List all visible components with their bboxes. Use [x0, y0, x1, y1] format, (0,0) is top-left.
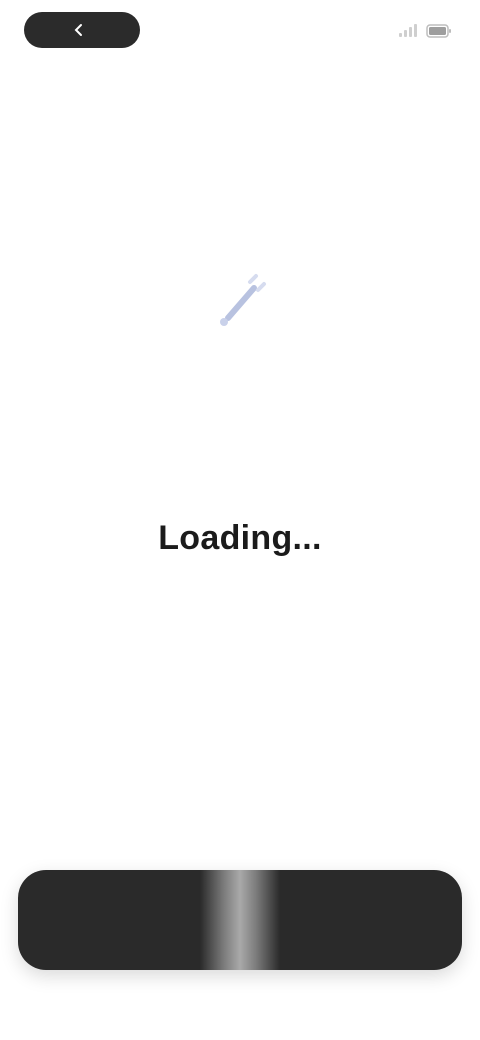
top-bar: [0, 0, 480, 64]
battery-icon: [426, 24, 452, 38]
left-action-button[interactable]: [18, 870, 200, 970]
page-title: Loading...: [158, 519, 322, 557]
signal-icon: [398, 24, 420, 38]
right-action-button[interactable]: [280, 870, 462, 970]
status-area: [388, 20, 452, 42]
bottom-action-bar: [18, 870, 462, 970]
hero-area: [0, 230, 480, 370]
bottom-bar-divider: [200, 870, 280, 970]
back-button[interactable]: [24, 12, 140, 48]
chevron-left-icon: [72, 23, 86, 37]
content: Loading...: [40, 508, 440, 574]
sparkle-icon: [192, 252, 288, 348]
